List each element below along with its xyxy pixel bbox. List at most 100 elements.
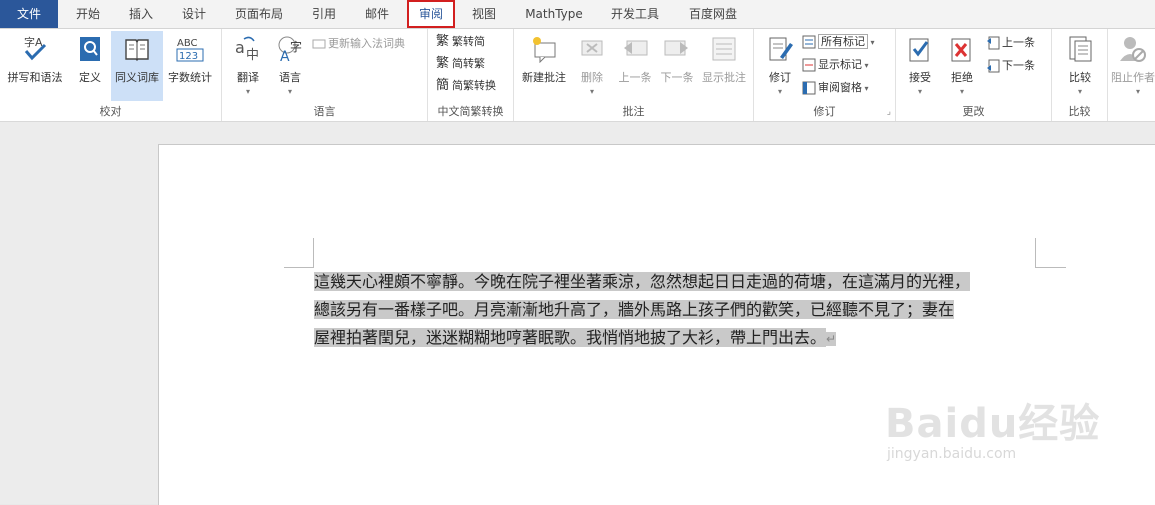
prev-comment-button[interactable]: 上一条: [614, 31, 656, 101]
ime-dictionary-icon: [312, 37, 326, 51]
svg-text:字A: 字A: [24, 35, 43, 49]
selected-text-line-1: 這幾天心裡頗不寧靜。今晚在院子裡坐著乘涼，忽然想起日日走過的荷塘，在這滿月的光裡…: [314, 272, 971, 291]
define-icon: [80, 37, 100, 61]
reject-button[interactable]: 拒绝 ▾: [942, 31, 982, 101]
tab-file[interactable]: 文件: [0, 0, 58, 28]
next-change-label: 下一条: [1002, 59, 1035, 72]
update-ime-dictionary-label: 更新输入法词典: [328, 37, 405, 50]
svg-text:ABC: ABC: [177, 38, 198, 49]
tab-view[interactable]: 视图: [460, 0, 508, 28]
prev-comment-label: 上一条: [618, 71, 652, 84]
show-markup-icon: [802, 58, 816, 72]
svg-text:a: a: [235, 38, 245, 57]
language-globe-icon: A字: [278, 36, 302, 63]
prev-comment-icon: [624, 40, 648, 56]
group-compare-label: 比较: [1068, 105, 1091, 118]
language-dropdown-icon: ▾: [287, 87, 293, 96]
accept-label: 接受: [909, 71, 931, 84]
show-comments-icon: [712, 37, 736, 61]
tab-design[interactable]: 设计: [170, 0, 218, 28]
chinese-convert-label: 简繁转换: [452, 79, 496, 92]
tab-mathtype[interactable]: MathType: [516, 0, 592, 28]
group-protect: 阻止作者 ▾: [1108, 29, 1155, 121]
delete-dropdown-icon: ▾: [589, 87, 595, 96]
new-comment-button[interactable]: 新建批注: [518, 31, 570, 101]
group-chinese-conversion: 繁繁转简 繁简转繁 簡简繁转换 中文简繁转换: [428, 29, 514, 121]
block-authors-label: 阻止作者: [1111, 71, 1155, 84]
spelling-grammar-button[interactable]: 字A 拼写和语法: [2, 31, 68, 101]
simp-to-trad-button[interactable]: 繁简转繁: [436, 55, 485, 75]
block-authors-icon: [1120, 37, 1146, 62]
block-authors-button[interactable]: 阻止作者 ▾: [1108, 31, 1155, 101]
translate-label: 翻译: [237, 71, 259, 84]
language-label: 语言: [279, 71, 301, 84]
accept-dropdown-icon: ▾: [917, 87, 923, 96]
define-label: 定义: [79, 71, 101, 84]
tab-layout[interactable]: 页面布局: [225, 0, 293, 28]
update-ime-dictionary-button[interactable]: 更新输入法词典: [312, 35, 405, 55]
tab-home[interactable]: 开始: [64, 0, 112, 28]
chinese-convert-button[interactable]: 簡简繁转换: [436, 77, 496, 97]
word-count-button[interactable]: ABC 123 字数统计: [164, 31, 216, 101]
markup-select-icon: [802, 35, 816, 49]
document-paragraph[interactable]: 這幾天心裡頗不寧靜。今晚在院子裡坐著乘涼，忽然想起日日走過的荷塘，在這滿月的光裡…: [314, 268, 1036, 353]
reviewing-pane-dropdown-icon: ▾: [862, 84, 869, 93]
tab-references[interactable]: 引用: [300, 0, 348, 28]
paragraph-line-2: 總該另有一番樣子吧。月亮漸漸地升高了，牆外馬路上孩子們的歡笑，已經聽不見了；妻在: [314, 296, 1036, 324]
translate-button[interactable]: a中 翻译 ▾: [226, 31, 270, 101]
paragraph-mark-icon: ↵: [826, 332, 837, 346]
trad-to-simp-label: 繁转简: [452, 35, 485, 48]
markup-select-value: 所有标记: [818, 34, 868, 49]
compare-button[interactable]: 比较 ▾: [1058, 31, 1102, 101]
crop-mark-top-left: [313, 238, 314, 268]
group-compare: 比较 ▾ 比较: [1052, 29, 1108, 121]
reject-dropdown-icon: ▾: [959, 87, 965, 96]
group-chinese-label: 中文简繁转换: [437, 105, 504, 118]
next-change-button[interactable]: 下一条: [986, 57, 1035, 77]
markup-display-select[interactable]: 所有标记 ▾: [802, 33, 875, 53]
delete-comment-button[interactable]: 删除 ▾: [572, 31, 612, 101]
next-comment-button[interactable]: 下一条: [656, 31, 698, 101]
next-comment-icon: [664, 40, 688, 56]
show-markup-button[interactable]: 显示标记 ▾: [802, 56, 869, 76]
crop-mark-right: [1036, 267, 1066, 268]
spelling-check-icon: 字A: [24, 35, 47, 61]
group-language: a中 翻译 ▾ A字 语言 ▾ 更新输入法词典 语言: [222, 29, 428, 121]
define-button[interactable]: 定义: [72, 31, 108, 101]
spelling-grammar-label: 拼写和语法: [7, 71, 63, 84]
chinese-convert-icon: 簡: [436, 78, 450, 93]
thesaurus-button[interactable]: 同义词库: [111, 31, 163, 101]
svg-text:中: 中: [246, 48, 259, 63]
watermark-url: jingyan.baidu.com: [887, 446, 1017, 462]
accept-button[interactable]: 接受 ▾: [900, 31, 940, 101]
tab-review[interactable]: 审阅: [407, 0, 455, 28]
track-changes-label: 修订: [769, 71, 791, 84]
prev-change-button[interactable]: 上一条: [986, 34, 1035, 54]
crop-mark-top-right: [1035, 238, 1036, 268]
svg-text:123: 123: [179, 51, 198, 62]
tab-insert[interactable]: 插入: [117, 0, 165, 28]
new-comment-label: 新建批注: [522, 71, 566, 84]
svg-text:A: A: [280, 49, 290, 63]
selected-text-line-3: 屋裡拍著閏兒，迷迷糊糊地哼著眠歌。我悄悄地披了大衫，帶上門出去。: [314, 328, 827, 347]
tab-mailings[interactable]: 邮件: [353, 0, 401, 28]
svg-text:字: 字: [290, 39, 302, 54]
trad-to-simp-button[interactable]: 繁繁转简: [436, 33, 485, 53]
track-changes-icon: [769, 37, 793, 61]
show-comments-button[interactable]: 显示批注: [698, 31, 750, 101]
accept-icon: [909, 38, 929, 62]
tab-developer[interactable]: 开发工具: [600, 0, 670, 28]
markup-select-dropdown-icon: ▾: [868, 38, 875, 47]
language-button[interactable]: A字 语言 ▾: [270, 31, 310, 101]
simp-to-trad-label: 简转繁: [452, 57, 485, 70]
reviewing-pane-button[interactable]: 审阅窗格 ▾: [802, 79, 869, 99]
paragraph-line-1: 這幾天心裡頗不寧靜。今晚在院子裡坐著乘涼，忽然想起日日走過的荷塘，在這滿月的光裡…: [314, 268, 1036, 296]
show-markup-label: 显示标记: [818, 58, 862, 71]
tracking-dialog-launcher-icon[interactable]: ⌟: [887, 107, 891, 117]
track-changes-button[interactable]: 修订 ▾: [760, 31, 800, 101]
group-comments: 新建批注 删除 ▾ 上一条 下一条 显示批注 批注: [514, 29, 754, 121]
track-changes-dropdown-icon: ▾: [777, 87, 783, 96]
tab-baidu-netdisk[interactable]: 百度网盘: [678, 0, 748, 28]
new-comment-icon: [533, 37, 556, 63]
trad-to-simp-icon: 繁: [436, 34, 450, 49]
